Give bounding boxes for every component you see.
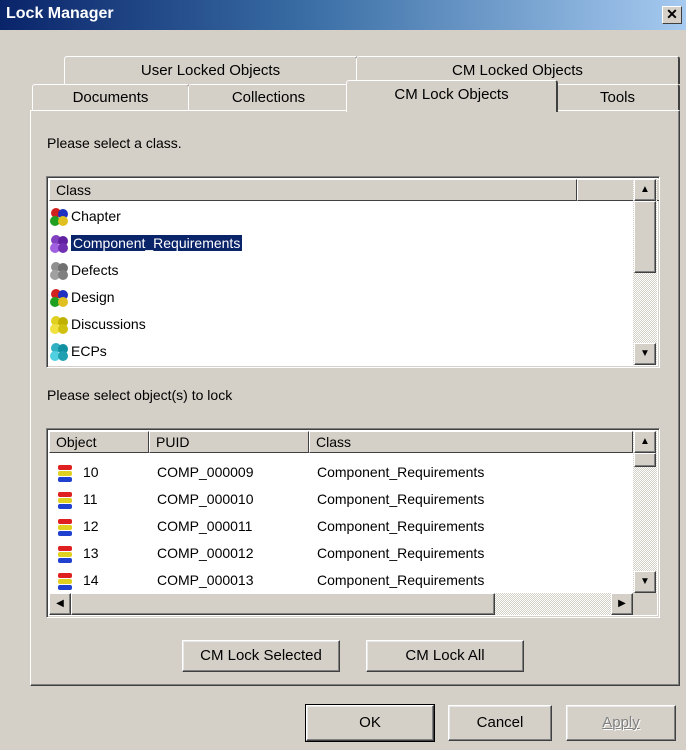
stack-icon — [58, 492, 72, 509]
class-list-scrollbar[interactable]: ▲ ▼ — [633, 179, 657, 365]
cell-class: Component_Requirements — [317, 491, 485, 507]
table-row[interactable]: 11 COMP_000010 Component_Requirements — [49, 486, 633, 513]
list-item-label: Design — [71, 289, 115, 305]
cubes-multicolor-icon — [50, 289, 68, 308]
cubes-yellow-icon — [50, 316, 68, 335]
cell-puid: COMP_000010 — [157, 491, 254, 507]
table-row[interactable]: 14 COMP_000013 Component_Requirements — [49, 567, 633, 594]
cm-lock-selected-button[interactable]: CM Lock Selected — [182, 640, 340, 672]
scroll-thumb[interactable] — [634, 201, 656, 273]
list-item-label: Discussions — [71, 316, 146, 332]
cell-object: 14 — [83, 572, 99, 588]
table-row[interactable]: 12 COMP_000011 Component_Requirements — [49, 513, 633, 540]
tab-documents[interactable]: Documents — [32, 84, 190, 112]
cell-puid: COMP_000009 — [157, 464, 254, 480]
tab-label: CM Locked Objects — [452, 62, 583, 79]
stack-icon — [58, 546, 72, 563]
list-item[interactable]: ECPs — [49, 338, 633, 365]
cm-lock-all-button[interactable]: CM Lock All — [366, 640, 524, 672]
column-header-label: Class — [316, 434, 352, 450]
cell-puid: COMP_000011 — [157, 518, 253, 534]
scroll-right-button[interactable]: ▶ — [611, 593, 633, 615]
arrow-up-icon: ▲ — [640, 436, 650, 447]
column-header-label: Object — [56, 434, 97, 450]
arrow-down-icon: ▼ — [640, 348, 650, 359]
table-row[interactable]: 10 COMP_000009 Component_Requirements — [49, 459, 633, 486]
scroll-left-button[interactable]: ◀ — [49, 593, 71, 615]
close-button[interactable]: ✕ — [662, 6, 682, 24]
list-item[interactable]: Component_Requirements — [49, 230, 633, 257]
list-item[interactable]: Defects — [49, 257, 633, 284]
tab-label: Tools — [599, 89, 636, 106]
tab-label: Collections — [231, 89, 306, 106]
puid-column-header[interactable]: PUID — [149, 431, 309, 453]
list-item[interactable]: Design — [49, 284, 633, 311]
tab-tools[interactable]: Tools — [556, 84, 680, 112]
class-column-header[interactable]: Class — [49, 179, 577, 201]
class-list[interactable]: Class Chapter Component_Requirements Def… — [46, 176, 660, 368]
arrow-right-icon: ▶ — [618, 598, 626, 609]
cubes-cyan-icon — [50, 343, 68, 362]
list-item[interactable]: Discussions — [49, 311, 633, 338]
arrow-left-icon: ◀ — [56, 598, 64, 609]
tab-user-locked-objects[interactable]: User Locked Objects — [64, 56, 358, 84]
object-prompt: Please select object(s) to lock — [47, 387, 233, 403]
title-bar: Lock Manager ✕ — [0, 0, 686, 30]
cubes-gray-icon — [50, 262, 68, 281]
object-rows: 10 COMP_000009 Component_Requirements 11… — [49, 459, 633, 594]
scroll-thumb[interactable] — [71, 593, 495, 615]
list-item-label: ECPs — [71, 343, 107, 359]
cell-class: Component_Requirements — [317, 572, 485, 588]
object-list[interactable]: Object PUID Class 10 COMP_000009 Compone… — [46, 428, 660, 618]
tab-cm-lock-objects[interactable]: CM Lock Objects — [346, 80, 558, 112]
cell-class: Component_Requirements — [317, 545, 485, 561]
table-row[interactable]: 13 COMP_000012 Component_Requirements — [49, 540, 633, 567]
ok-button[interactable]: OK — [305, 704, 435, 742]
scroll-down-button[interactable]: ▼ — [634, 343, 656, 365]
scroll-corner — [633, 593, 657, 615]
scroll-up-button[interactable]: ▲ — [634, 431, 656, 453]
cell-object: 12 — [83, 518, 99, 534]
column-header-label: Class — [56, 182, 92, 198]
list-item-label: Defects — [71, 262, 119, 278]
cell-puid: COMP_000013 — [157, 572, 254, 588]
arrow-down-icon: ▼ — [640, 576, 650, 587]
object-list-hscrollbar[interactable]: ◀ ▶ — [49, 593, 633, 615]
class-prompt: Please select a class. — [47, 135, 182, 151]
cell-class: Component_Requirements — [317, 518, 485, 534]
apply-button[interactable]: Apply — [566, 705, 676, 741]
arrow-up-icon: ▲ — [640, 184, 650, 195]
cubes-purple-icon — [50, 235, 68, 254]
scroll-thumb[interactable] — [634, 453, 656, 467]
close-icon: ✕ — [666, 6, 678, 22]
cell-object: 11 — [83, 491, 98, 507]
list-item-label: Component_Requirements — [69, 234, 244, 252]
cancel-button[interactable]: Cancel — [448, 705, 552, 741]
class-column-header[interactable]: Class — [309, 431, 633, 453]
tab-label: Documents — [72, 89, 149, 106]
window-title: Lock Manager — [6, 5, 114, 22]
stack-icon — [58, 465, 72, 482]
tab-label: CM Lock Objects — [394, 86, 509, 103]
column-header-label: PUID — [156, 434, 190, 450]
list-item[interactable]: Chapter — [49, 203, 633, 230]
cubes-multicolor-icon — [50, 208, 68, 227]
stack-icon — [58, 519, 72, 536]
cell-class: Component_Requirements — [317, 464, 485, 480]
cell-object: 13 — [83, 545, 99, 561]
cell-puid: COMP_000012 — [157, 545, 254, 561]
object-list-vscrollbar[interactable]: ▲ ▼ — [633, 431, 657, 593]
stack-icon — [58, 573, 72, 590]
scroll-up-button[interactable]: ▲ — [634, 179, 656, 201]
cell-object: 10 — [83, 464, 99, 480]
class-items: Chapter Component_Requirements Defects D… — [49, 203, 633, 365]
tab-collections[interactable]: Collections — [188, 84, 350, 112]
tab-label: User Locked Objects — [140, 62, 281, 79]
object-column-header[interactable]: Object — [49, 431, 149, 453]
list-item-label: Chapter — [71, 208, 121, 224]
scroll-down-button[interactable]: ▼ — [634, 571, 656, 593]
